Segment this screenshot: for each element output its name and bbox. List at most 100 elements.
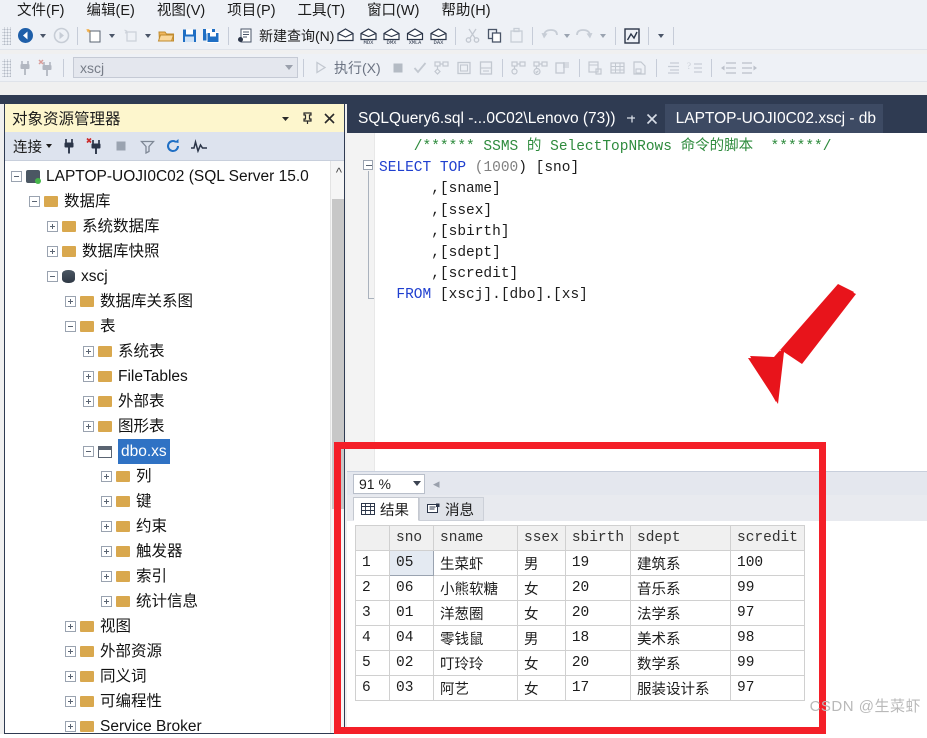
grid-cell[interactable]: 98 xyxy=(730,625,805,651)
column-header-scredit[interactable]: scredit xyxy=(730,525,805,551)
grid-cell[interactable]: 服装设计系 xyxy=(630,675,732,701)
grid-cell[interactable]: 97 xyxy=(730,675,805,701)
grid-cell[interactable]: 18 xyxy=(564,625,632,651)
connect-plug-icon[interactable] xyxy=(56,135,82,157)
tree-node[interactable]: 外部资源 xyxy=(5,639,330,664)
copy-icon[interactable] xyxy=(483,24,505,48)
grid-cell[interactable]: 男 xyxy=(517,625,566,651)
row-number-cell[interactable]: 4 xyxy=(355,625,390,651)
expand-icon[interactable] xyxy=(65,671,76,682)
paste-icon[interactable] xyxy=(505,24,527,48)
object-explorer-scrollbar[interactable]: ^ xyxy=(330,161,344,733)
object-explorer-tree[interactable]: LAPTOP-UOJI0C02 (SQL Server 15.0 数据库 系统数据库… xyxy=(5,161,330,733)
expand-icon[interactable] xyxy=(65,646,76,657)
undo-caret-icon[interactable] xyxy=(564,33,571,38)
stop-icon[interactable] xyxy=(387,56,409,80)
new-query-label[interactable]: 新建查询(N) xyxy=(259,26,334,46)
collapse-icon[interactable] xyxy=(11,171,22,182)
tree-node[interactable]: FileTables xyxy=(5,364,330,389)
chevron-down-icon[interactable] xyxy=(274,107,296,129)
grid-cell[interactable]: 零钱鼠 xyxy=(433,625,518,651)
grid-cell[interactable]: 06 xyxy=(389,575,434,601)
activity-monitor-icon[interactable] xyxy=(186,135,212,157)
grid-cell[interactable]: 19 xyxy=(564,550,632,576)
column-header-ssex[interactable]: ssex xyxy=(517,525,566,551)
chevron-down-icon[interactable] xyxy=(285,65,293,70)
results-to-file-icon[interactable] xyxy=(475,56,497,80)
scrollbar-thumb[interactable] xyxy=(332,199,344,509)
grid-corner-cell[interactable] xyxy=(355,525,390,551)
table-row[interactable]: 3 01 洋葱圈女 20 法学系 97 xyxy=(355,600,805,626)
table-row[interactable]: 2 06 小熊软糖女 20 音乐系 99 xyxy=(355,575,805,601)
new-project-caret-icon[interactable] xyxy=(109,33,115,38)
menu-edit[interactable]: 编辑(E) xyxy=(76,0,146,22)
chevron-down-icon[interactable] xyxy=(413,481,421,486)
expand-icon[interactable] xyxy=(47,246,58,257)
tab-laptop-xscj[interactable]: LAPTOP-UOJI0C02.xscj - db xyxy=(664,104,884,133)
tree-node[interactable]: xscj xyxy=(5,264,330,289)
tree-node[interactable]: Service Broker xyxy=(5,714,330,733)
grid-cell[interactable]: 美术系 xyxy=(630,625,732,651)
uncomment-lines-icon[interactable]: ? xyxy=(684,56,706,80)
row-number-cell[interactable]: 3 xyxy=(355,600,390,626)
chevron-up-icon[interactable]: ^ xyxy=(336,165,342,180)
expand-icon[interactable] xyxy=(101,496,112,507)
tree-node[interactable]: 同义词 xyxy=(5,664,330,689)
tab-sqlquery6[interactable]: SQLQuery6.sql -...0C02\Lenovo (73)) xyxy=(347,104,665,133)
connect-icon[interactable] xyxy=(14,56,36,80)
parse-check-icon[interactable] xyxy=(409,56,431,80)
grid-cell[interactable]: 02 xyxy=(389,650,434,676)
grid-cell[interactable]: 03 xyxy=(389,675,434,701)
xmla-query-icon[interactable]: XMLA xyxy=(403,24,427,48)
grid-cell[interactable]: 女 xyxy=(517,650,566,676)
toolbar-gripper[interactable] xyxy=(2,26,11,45)
expand-icon[interactable] xyxy=(65,296,76,307)
tree-node[interactable]: 键 xyxy=(5,489,330,514)
save-all-icon[interactable] xyxy=(200,24,223,48)
expand-icon[interactable] xyxy=(83,346,94,357)
column-header-sdept[interactable]: sdept xyxy=(630,525,732,551)
new-query-icon[interactable] xyxy=(334,24,357,48)
tree-node[interactable]: 数据库关系图 xyxy=(5,289,330,314)
grid-cell[interactable]: 20 xyxy=(564,600,632,626)
back-dropdown-caret-icon[interactable] xyxy=(40,33,46,38)
grid-cell[interactable]: 音乐系 xyxy=(630,575,732,601)
navigate-forward-icon[interactable] xyxy=(50,24,72,48)
grid-cell[interactable]: 99 xyxy=(730,575,805,601)
pin-icon[interactable] xyxy=(296,107,318,129)
redo-caret-icon[interactable] xyxy=(600,33,607,38)
grid-cell[interactable]: 数学系 xyxy=(630,650,732,676)
row-number-cell[interactable]: 5 xyxy=(355,650,390,676)
column-header-sbirth[interactable]: sbirth xyxy=(564,525,632,551)
cut-icon[interactable] xyxy=(461,24,483,48)
filter-icon[interactable] xyxy=(134,135,160,157)
dax-query-icon[interactable]: DAX xyxy=(427,24,450,48)
toolbar-gripper[interactable] xyxy=(2,58,11,77)
tree-node[interactable]: 触发器 xyxy=(5,539,330,564)
execute-play-icon[interactable] xyxy=(309,56,331,80)
menu-help[interactable]: 帮助(H) xyxy=(430,0,501,22)
close-icon[interactable] xyxy=(318,107,340,129)
collapse-icon[interactable] xyxy=(47,271,58,282)
tree-node[interactable]: 列 xyxy=(5,464,330,489)
display-estimated-plan-icon[interactable] xyxy=(431,56,453,80)
expand-icon[interactable] xyxy=(101,546,112,557)
tree-node[interactable]: 视图 xyxy=(5,614,330,639)
grid-cell[interactable]: 100 xyxy=(730,550,805,576)
expand-icon[interactable] xyxy=(101,596,112,607)
new-query-button[interactable] xyxy=(234,24,256,48)
refresh-icon[interactable] xyxy=(160,135,186,157)
tree-node[interactable]: 数据库快照 xyxy=(5,239,330,264)
navigate-back-icon[interactable] xyxy=(14,24,36,48)
menu-view[interactable]: 视图(V) xyxy=(146,0,216,22)
expand-icon[interactable] xyxy=(101,471,112,482)
grid-cell[interactable]: 叮玲玲 xyxy=(433,650,518,676)
comment-lines-icon[interactable] xyxy=(662,56,684,80)
tree-node[interactable]: 约束 xyxy=(5,514,330,539)
collapse-icon[interactable] xyxy=(83,446,94,457)
grid-cell[interactable]: 17 xyxy=(564,675,632,701)
sql-code-editor[interactable]: /****** SSMS 的 SelectTopNRows 命令的脚本 ****… xyxy=(347,133,927,471)
expand-icon[interactable] xyxy=(83,421,94,432)
menu-tools[interactable]: 工具(T) xyxy=(287,0,357,22)
expand-icon[interactable] xyxy=(65,621,76,632)
